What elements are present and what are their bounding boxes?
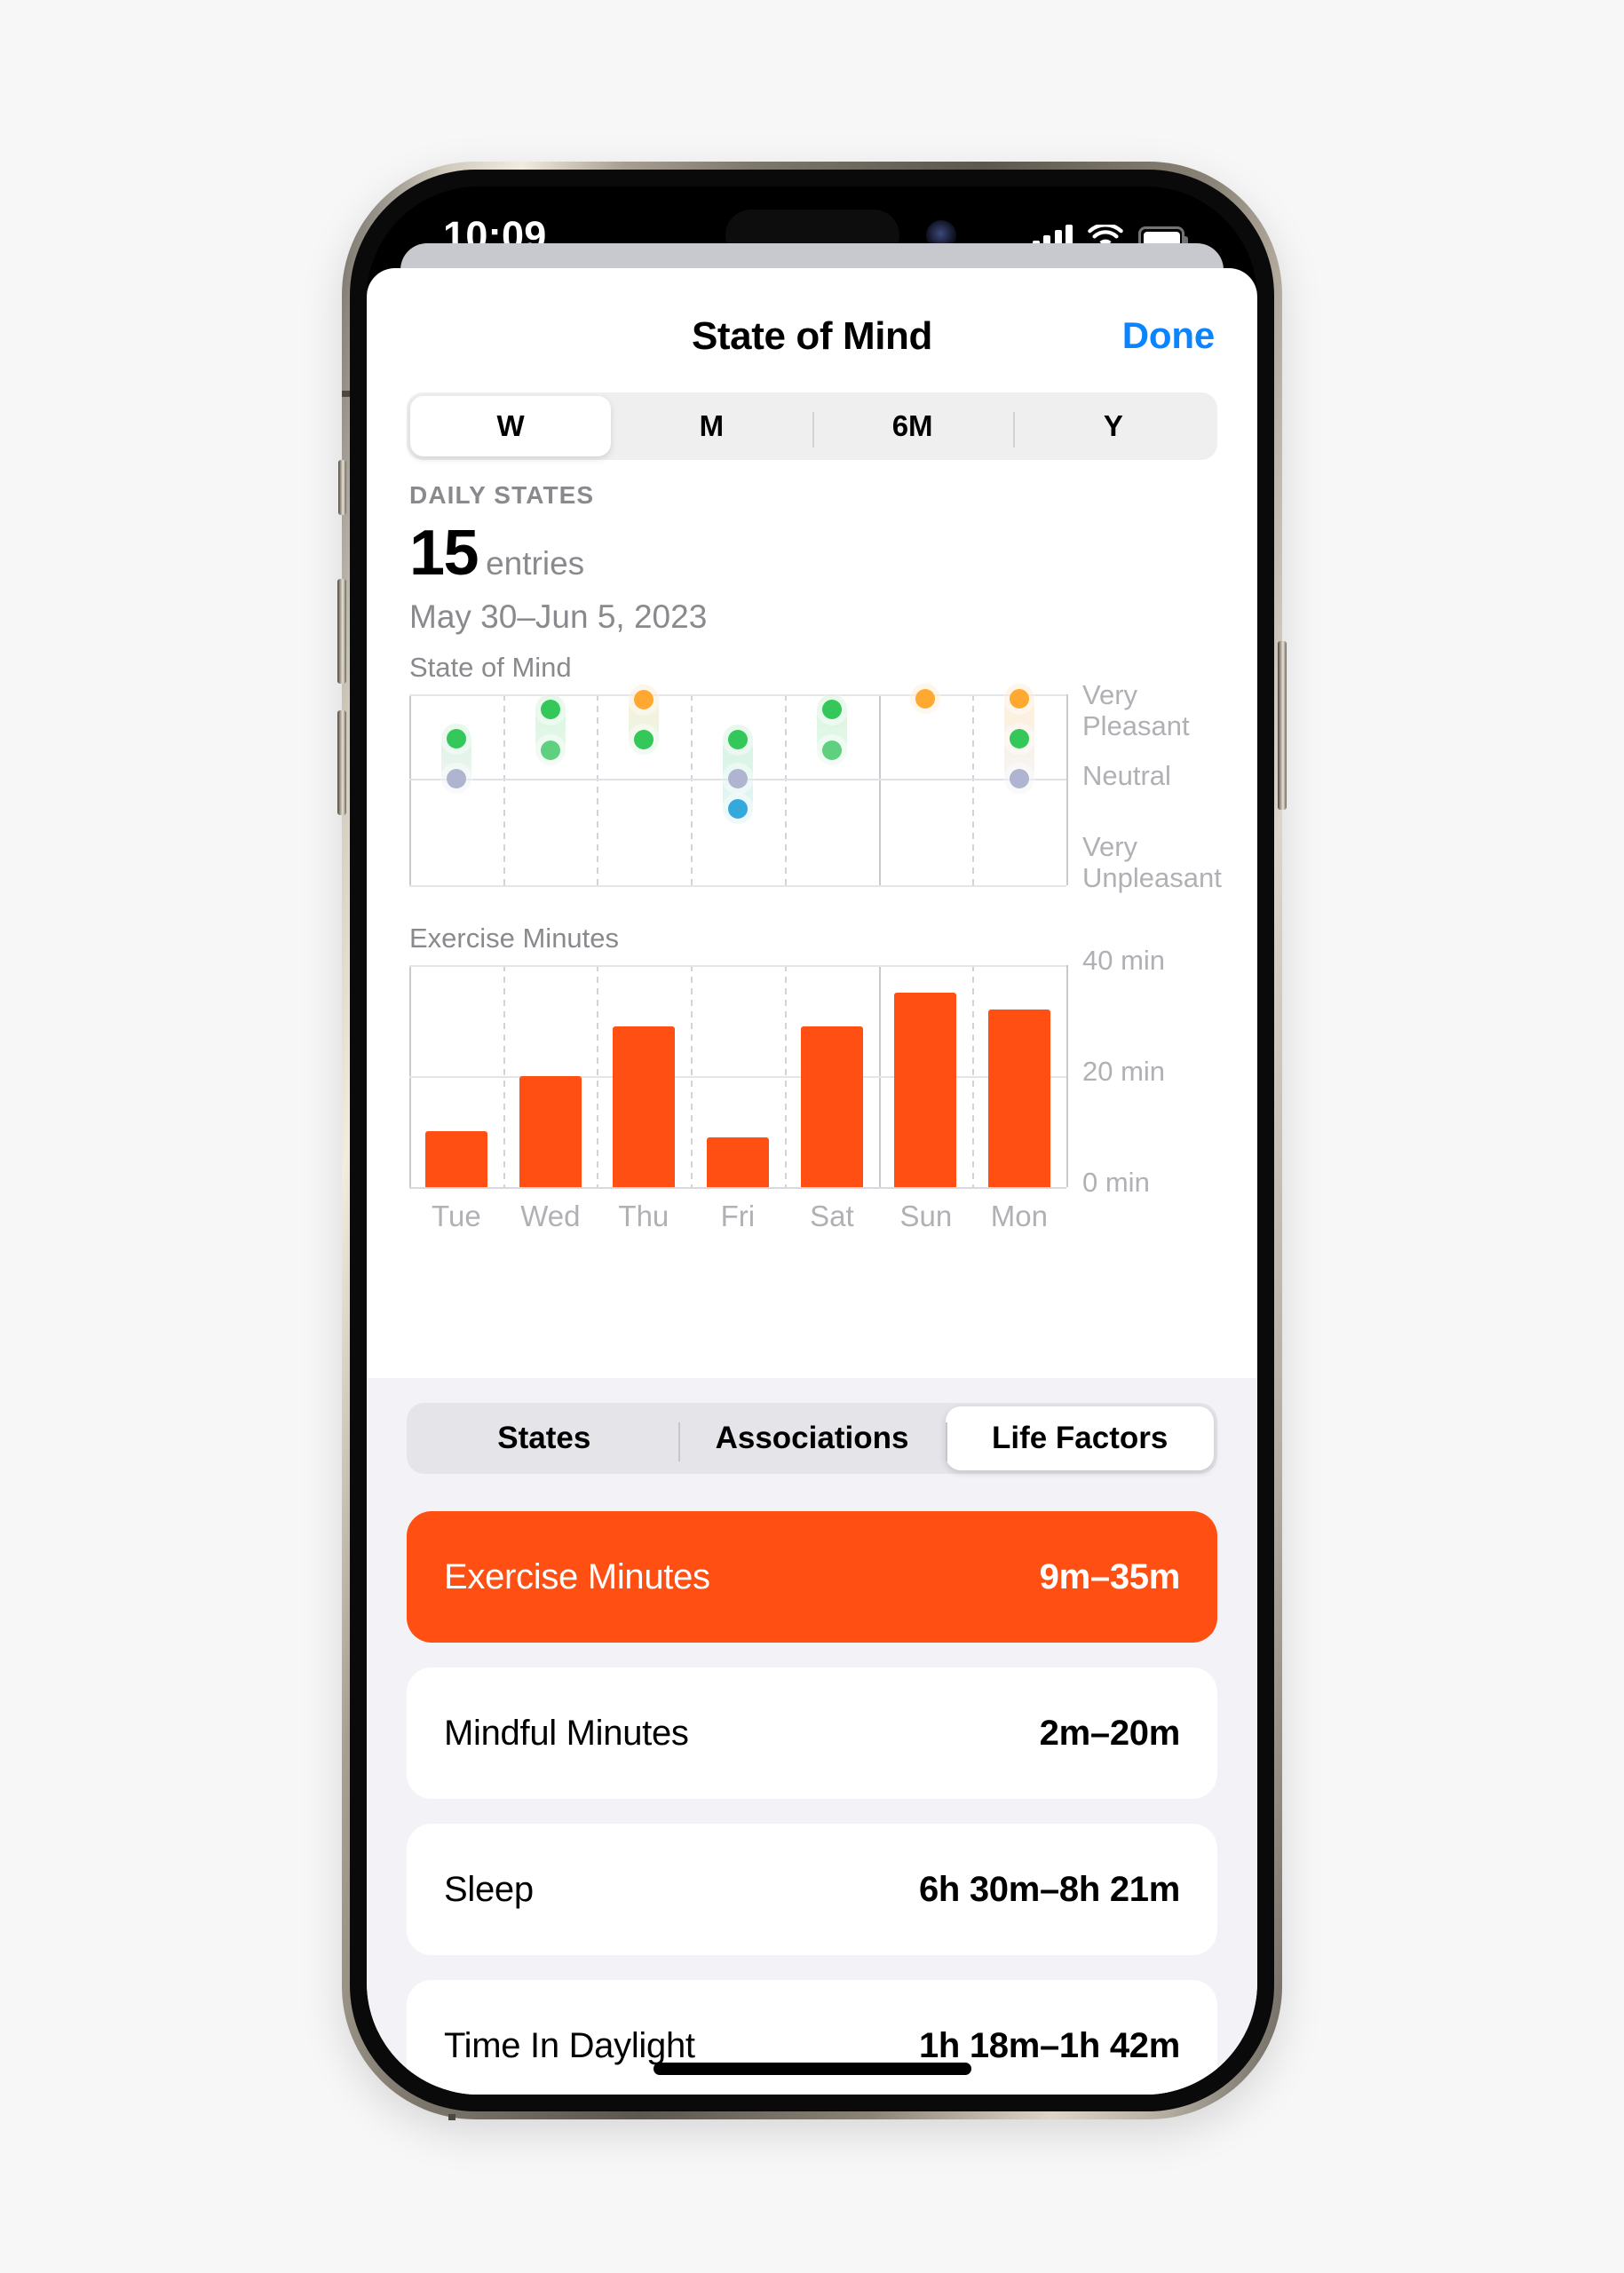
mood-point — [728, 768, 748, 788]
exercise-x-label: Sat — [810, 1200, 854, 1232]
axis-label-20min: 20 min — [1082, 1056, 1166, 1087]
state-of-mind-chart: State of Mind Very Pleasant Neutral Very Unp… — [367, 652, 1257, 893]
mood-point — [1010, 768, 1029, 788]
exercise-x-label: Tue — [432, 1200, 481, 1232]
exercise-bar[interactable] — [988, 1010, 1050, 1187]
axis-label-very-pleasant: Very Pleasant — [1082, 679, 1190, 741]
life-factor-name: Time In Daylight — [444, 2025, 695, 2065]
phone-screen: 10:09 State of Mind Done W M 6M Y DAILY … — [367, 186, 1257, 2095]
range-tab-w[interactable]: W — [410, 396, 612, 456]
entries-count: 15 — [409, 518, 479, 589]
life-factor-row[interactable]: Mindful Minutes 2m–20m — [407, 1667, 1217, 1799]
range-tab-m[interactable]: M — [611, 396, 812, 456]
daily-states-summary: DAILY STATES 15 entries May 30–Jun 5, 20… — [367, 460, 1257, 636]
life-factor-name: Exercise Minutes — [444, 1556, 710, 1596]
time-range-segmented-control[interactable]: W M 6M Y — [407, 392, 1217, 460]
view-mode-segmented-control[interactable]: States Associations Life Factors — [407, 1403, 1217, 1474]
date-range-label: May 30–Jun 5, 2023 — [409, 598, 708, 635]
exercise-bar[interactable] — [425, 1131, 487, 1187]
tab-label: States — [497, 1421, 591, 1455]
silent-switch-button[interactable] — [338, 460, 346, 515]
exercise-x-label: Wed — [520, 1200, 581, 1232]
life-factor-row[interactable]: Sleep 6h 30m–8h 21m — [407, 1824, 1217, 1955]
mood-axis-labels: Very Pleasant Neutral Very Unpleasant — [1066, 679, 1257, 893]
antenna-seam — [342, 391, 350, 397]
phone-bezel: 10:09 State of Mind Done W M 6M Y DAILY … — [350, 170, 1274, 2111]
life-factors-section: States Associations Life Factors Exercis… — [367, 1378, 1257, 2095]
life-factor-row[interactable]: Time In Daylight 1h 18m–1h 42m — [407, 1980, 1217, 2095]
range-tab-label: M — [699, 409, 725, 442]
life-factor-value: 1h 18m–1h 42m — [918, 2025, 1180, 2065]
volume-up-button[interactable] — [337, 579, 346, 684]
charts-area: State of Mind Very Pleasant Neutral Very Unp… — [367, 636, 1257, 1232]
entries-unit-label: entries — [486, 545, 585, 582]
done-button[interactable]: Done — [1122, 314, 1215, 357]
range-tab-label: W — [496, 409, 525, 442]
mood-point — [634, 730, 654, 750]
exercise-plot-area[interactable]: Tue Wed Thu Fri Sat Sun Mon — [409, 965, 1068, 1232]
exercise-bar[interactable] — [707, 1137, 769, 1187]
mood-point — [634, 689, 654, 709]
exercise-axis-labels: 40 min 20 min 0 min — [1066, 945, 1257, 1197]
life-factor-row[interactable]: Exercise Minutes 9m–35m — [407, 1511, 1217, 1643]
power-button[interactable] — [1278, 641, 1287, 810]
exercise-x-label: Mon — [990, 1200, 1048, 1232]
exercise-x-label: Fri — [720, 1200, 756, 1232]
tab-states[interactable]: States — [410, 1406, 678, 1470]
axis-label-40min: 40 min — [1082, 945, 1166, 976]
tab-life-factors[interactable]: Life Factors — [946, 1406, 1215, 1470]
life-factors-list: Exercise Minutes 9m–35m Mindful Minutes … — [367, 1511, 1257, 2095]
tab-label: Associations — [715, 1421, 909, 1455]
home-indicator[interactable] — [653, 2063, 971, 2075]
range-tab-label: 6M — [891, 409, 933, 442]
range-tab-y[interactable]: Y — [1012, 396, 1214, 456]
life-factor-name: Mindful Minutes — [444, 1713, 689, 1753]
exercise-bar[interactable] — [894, 993, 956, 1187]
tab-associations[interactable]: Associations — [677, 1406, 947, 1470]
life-factor-value: 9m–35m — [1039, 1556, 1181, 1596]
mood-point — [915, 688, 935, 709]
exercise-x-label: Thu — [618, 1200, 669, 1232]
exercise-minutes-chart: Exercise Minutes Tue Wed Thu Fri Sat Sun Mon 4… — [367, 923, 1257, 1232]
range-tab-label: Y — [1103, 409, 1123, 442]
range-tab-6m[interactable]: 6M — [812, 396, 1013, 456]
exercise-x-label: Sun — [899, 1200, 953, 1232]
iphone-device-frame: 10:09 State of Mind Done W M 6M Y DAILY … — [337, 162, 1287, 2120]
axis-label-neutral: Neutral — [1082, 760, 1171, 791]
state-of-mind-sheet: State of Mind Done W M 6M Y DAILY STATES… — [367, 268, 1257, 2095]
tab-label: Life Factors — [991, 1421, 1168, 1455]
mood-plot-area[interactable] — [409, 683, 1068, 887]
entries-row: 15 entries — [409, 517, 1215, 590]
mood-point — [541, 740, 560, 760]
exercise-bar[interactable] — [613, 1026, 675, 1187]
mood-point — [728, 730, 748, 750]
life-factor-value: 2m–20m — [1039, 1713, 1181, 1753]
exercise-bar[interactable] — [519, 1076, 582, 1187]
life-factor-value: 6h 30m–8h 21m — [918, 1869, 1180, 1909]
sheet-nav-bar: State of Mind Done — [367, 268, 1257, 392]
axis-label-very-unpleasant: Very Unpleasant — [1082, 831, 1222, 893]
volume-down-button[interactable] — [337, 710, 346, 815]
axis-label-0min: 0 min — [1082, 1167, 1150, 1198]
life-factor-name: Sleep — [444, 1869, 534, 1909]
mood-point — [447, 768, 466, 788]
exercise-bar[interactable] — [801, 1026, 863, 1187]
mood-point — [1010, 688, 1029, 709]
mood-point — [822, 740, 842, 760]
antenna-seam — [448, 2114, 456, 2120]
section-label: DAILY STATES — [409, 481, 595, 509]
